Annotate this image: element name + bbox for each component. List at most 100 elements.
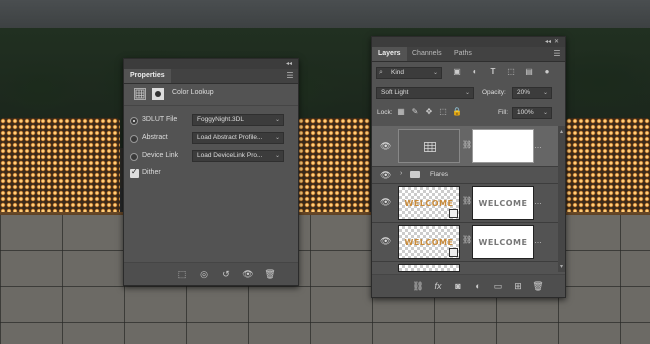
chain-link-icon[interactable]: ⛓ <box>462 196 472 205</box>
adjustment-thumbnail[interactable] <box>398 129 460 163</box>
view-previous-state-icon[interactable]: ◎ <box>198 268 210 280</box>
filter-row: ⌕ Kind ⌄ ▣ ◐ T ⬚ ▤ ● <box>372 64 565 82</box>
new-adjustment-icon[interactable]: ◐ <box>472 280 484 292</box>
layers-panel-header[interactable]: ◂◂ ✕ <box>372 37 565 47</box>
lock-label: Lock: <box>377 109 393 116</box>
smart-object-icon <box>449 248 458 257</box>
collapse-icon[interactable]: ◂◂ <box>286 59 292 69</box>
pixel-layer-filter-icon[interactable]: ▣ <box>452 67 462 77</box>
layers-panel: ◂◂ ✕ Layers Channels Paths ☰ ⌕ Kind ⌄ ▣ … <box>371 36 566 298</box>
adjustment-header: Color Lookup <box>124 83 298 106</box>
smart-object-filter-icon[interactable]: ▤ <box>524 67 534 77</box>
abstract-profile-select[interactable]: Load Abstract Profile... ⌄ <box>192 132 284 144</box>
more-icon[interactable]: … <box>534 141 542 150</box>
device-link-select[interactable]: Load DeviceLink Pro... ⌄ <box>192 150 284 162</box>
more-icon[interactable]: … <box>534 197 542 206</box>
adjustment-filter-icon[interactable]: ◐ <box>470 67 480 77</box>
properties-footer: ⬚ ◎ ↺ 👁 🗑 <box>124 262 298 285</box>
layer-mask-thumbnail[interactable]: WELCOME <box>472 186 534 220</box>
properties-panel-header[interactable]: ◂◂ <box>124 59 298 69</box>
option-abstract-label: Abstract <box>142 134 168 141</box>
visibility-eye-icon[interactable]: 👁 <box>380 197 391 208</box>
close-icon[interactable]: ✕ <box>554 37 559 47</box>
layer-color-lookup[interactable]: 👁 ⛓ … <box>372 126 558 167</box>
layers-footer: ⛓ fx ◙ ◐ ▭ ⊞ 🗑 <box>372 274 565 297</box>
visibility-eye-icon[interactable]: 👁 <box>380 141 391 152</box>
lock-all-icon[interactable]: 🔒 <box>452 107 462 117</box>
layer-mask-thumbnail[interactable] <box>472 129 534 163</box>
search-icon: ⌕ <box>379 69 383 76</box>
dither-checkbox[interactable] <box>130 167 139 178</box>
link-layers-icon[interactable]: ⛓ <box>412 280 424 292</box>
clip-to-layer-icon[interactable]: ⬚ <box>176 268 188 280</box>
panel-menu-icon[interactable]: ☰ <box>553 50 561 58</box>
new-layer-icon[interactable]: ⊞ <box>512 280 524 292</box>
3dlut-file-value: FoggyNight.3DL <box>197 116 244 123</box>
more-icon[interactable]: … <box>534 236 542 245</box>
layer-mask-thumbnail[interactable]: WELCOME <box>472 225 534 259</box>
radio-3dlut[interactable] <box>130 117 138 125</box>
shape-filter-icon[interactable]: ⬚ <box>506 67 516 77</box>
chevron-down-icon: ⌄ <box>274 135 280 141</box>
filter-kind-select[interactable]: ⌕ Kind ⌄ <box>376 67 442 79</box>
lock-transparent-icon[interactable]: ▦ <box>396 107 406 117</box>
visibility-eye-icon[interactable]: 👁 <box>380 170 391 181</box>
chain-link-icon[interactable]: ⛓ <box>462 140 472 149</box>
adjustment-grid-icon[interactable] <box>134 88 146 100</box>
lock-row: Lock: ▦ ✎ ✥ ⬚ 🔒 Fill: 100% ⌄ <box>372 104 565 122</box>
type-filter-icon[interactable]: T <box>488 67 498 77</box>
delete-trash-icon[interactable]: 🗑 <box>264 268 276 280</box>
folder-icon <box>410 171 420 178</box>
tab-properties[interactable]: Properties <box>124 69 171 83</box>
layer-welcome-1[interactable]: 👁 WELCOME ⛓ WELCOME … <box>372 184 558 223</box>
opacity-input[interactable]: 20% ⌄ <box>512 87 552 99</box>
collapse-icon[interactable]: ◂◂ <box>545 37 551 47</box>
layer-thumbnail[interactable] <box>398 264 460 272</box>
layer-thumbnail[interactable]: WELCOME <box>398 225 460 259</box>
tab-channels[interactable]: Channels <box>406 47 448 61</box>
marquee-letter-center <box>298 118 370 218</box>
layer-group-flares[interactable]: 👁 › Flares <box>372 167 558 184</box>
fill-input[interactable]: 100% ⌄ <box>512 107 552 119</box>
panel-menu-icon[interactable]: ☰ <box>286 72 294 80</box>
tab-paths[interactable]: Paths <box>448 47 478 61</box>
chevron-down-icon: ⌄ <box>274 153 280 159</box>
marquee-letter-left <box>0 118 42 218</box>
scroll-down-icon[interactable]: ▾ <box>558 263 565 270</box>
mask-icon[interactable] <box>152 88 164 100</box>
blend-mode-value: Soft Light <box>381 89 409 96</box>
fx-icon[interactable]: fx <box>432 280 444 292</box>
radio-abstract[interactable] <box>130 135 138 143</box>
welcome-mask-text: WELCOME <box>478 238 528 247</box>
new-group-folder-icon[interactable]: ▭ <box>492 280 504 292</box>
visibility-eye-icon[interactable]: 👁 <box>380 236 391 247</box>
chevron-right-icon[interactable]: › <box>400 170 402 177</box>
layers-scrollbar[interactable]: ▴ ▾ <box>558 126 565 272</box>
delete-trash-icon[interactable]: 🗑 <box>532 280 544 292</box>
lock-position-icon[interactable]: ✥ <box>424 107 434 117</box>
option-device-link-label: Device Link <box>142 152 179 159</box>
3dlut-file-select[interactable]: FoggyNight.3DL ⌄ <box>192 114 284 126</box>
welcome-mask-text: WELCOME <box>478 199 528 208</box>
layer-welcome-2[interactable]: 👁 WELCOME ⛓ WELCOME … <box>372 223 558 262</box>
layer-partial[interactable] <box>372 262 558 272</box>
option-abstract: Abstract Load Abstract Profile... ⌄ <box>128 132 294 146</box>
welcome-thumb-text: WELCOME <box>404 238 454 247</box>
lock-image-icon[interactable]: ✎ <box>410 107 420 117</box>
reset-icon[interactable]: ↺ <box>220 268 232 280</box>
filter-toggle-icon[interactable]: ● <box>542 67 552 77</box>
scroll-up-icon[interactable]: ▴ <box>558 128 565 135</box>
radio-device-link[interactable] <box>130 153 138 161</box>
tab-layers[interactable]: Layers <box>372 47 407 61</box>
blend-mode-select[interactable]: Soft Light ⌄ <box>376 87 474 99</box>
device-link-value: Load DeviceLink Pro... <box>197 152 263 159</box>
layer-thumbnail[interactable]: WELCOME <box>398 186 460 220</box>
add-mask-icon[interactable]: ◙ <box>452 280 464 292</box>
visibility-eye-icon[interactable]: 👁 <box>242 268 254 280</box>
option-device-link: Device Link Load DeviceLink Pro... ⌄ <box>128 150 294 164</box>
dither-option: Dither <box>128 167 294 181</box>
lock-artboard-icon[interactable]: ⬚ <box>438 107 448 117</box>
chain-link-icon[interactable]: ⛓ <box>462 235 472 244</box>
properties-tab-bar: Properties ☰ <box>124 69 298 84</box>
dither-label: Dither <box>142 169 161 176</box>
